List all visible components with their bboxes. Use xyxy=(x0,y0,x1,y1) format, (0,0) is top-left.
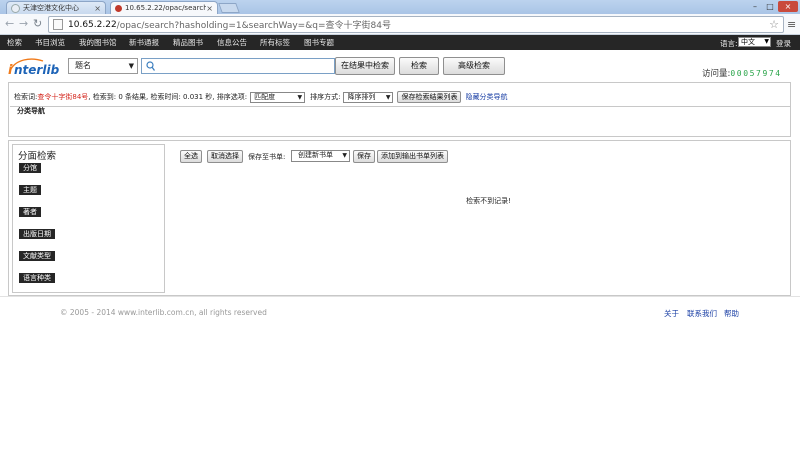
footer-link-contact[interactable]: 联系我们 xyxy=(687,308,717,319)
browser-tab-active[interactable]: 10.65.2.22/opac/search × xyxy=(110,1,218,14)
search-icon xyxy=(146,61,155,71)
reload-icon[interactable]: ↻ xyxy=(33,18,42,30)
nav-search[interactable]: 检索 xyxy=(7,38,22,47)
facet-pub-date[interactable]: 出版日期 xyxy=(19,229,55,239)
booklist-select[interactable]: 创建新书单 ▼ xyxy=(291,150,350,162)
found-text: , 检索到: 0 条结果, 检索时间: 0.031 秒, 排序选项: xyxy=(88,93,248,101)
footer-divider xyxy=(0,296,800,297)
facet-language[interactable]: 语言种类 xyxy=(19,273,55,283)
nav-topics[interactable]: 图书专题 xyxy=(304,38,334,47)
chevron-down-icon: ▼ xyxy=(385,93,391,101)
visits-count: 00057974 xyxy=(730,69,782,78)
search-button[interactable]: 检索 xyxy=(399,57,439,75)
page-icon xyxy=(11,3,20,13)
page-icon xyxy=(53,19,63,30)
sort-option-value: 匹配度 xyxy=(254,92,276,101)
search-field-value: 题名 xyxy=(75,61,91,70)
search-input[interactable] xyxy=(141,58,335,74)
visits-label: 访问量: xyxy=(702,69,731,79)
visit-counter: 访问量:00057974 xyxy=(702,67,782,79)
sort-option-select[interactable]: 匹配度 ▼ xyxy=(250,91,306,103)
sort-mode-value: 降序排列 xyxy=(347,92,376,101)
login-link[interactable]: 登录 xyxy=(776,38,791,49)
new-tab-button[interactable] xyxy=(218,3,240,13)
browser-tab-inactive[interactable]: 天津空港文化中心 × xyxy=(6,1,106,14)
language-value: 中文 xyxy=(741,38,755,46)
close-icon[interactable]: × xyxy=(206,4,213,13)
term-value: 查令十字街84号 xyxy=(37,93,89,101)
facet-branch[interactable]: 分馆 xyxy=(19,163,41,173)
hide-category-nav-link[interactable]: 隐藏分类导航 xyxy=(465,92,507,102)
language-select[interactable]: 中文 ▼ xyxy=(738,37,771,47)
sort-mode-label: 排序方式: xyxy=(310,93,341,101)
no-results-message: 检索不到记录! xyxy=(466,197,511,205)
add-to-output-list-button[interactable]: 添加到输出书单列表 xyxy=(377,150,448,163)
facet-subject[interactable]: 主题 xyxy=(19,185,41,195)
chevron-down-icon: ▼ xyxy=(297,93,303,101)
site-navbar xyxy=(0,35,800,50)
nav-my-library[interactable]: 我的图书馆 xyxy=(79,38,117,47)
search-in-results-button[interactable]: 在结果中检索 xyxy=(335,57,395,75)
forward-icon[interactable]: → xyxy=(19,18,28,30)
booklist-value: 创建新书单 xyxy=(298,151,333,159)
minimize-icon[interactable]: – xyxy=(748,1,762,12)
close-icon[interactable]: × xyxy=(94,4,101,13)
tab-label: 天津空港文化中心 xyxy=(23,4,79,12)
browser-menu-icon[interactable]: ≡ xyxy=(787,18,797,31)
footer-link-help[interactable]: 帮助 xyxy=(724,308,739,319)
back-icon[interactable]: ← xyxy=(5,18,14,30)
svg-text:i: i xyxy=(8,63,13,78)
language-label: 语言: xyxy=(720,39,738,48)
site-favicon-icon xyxy=(115,4,122,12)
footer-link-about[interactable]: 关于 xyxy=(664,308,679,319)
facet-title: 分面检索 xyxy=(18,151,57,162)
address-bar[interactable]: 10.65.2.22 /opac/search?hasholding=1&sea… xyxy=(48,16,784,33)
search-summary: 检索词: 查令十字街84号 , 检索到: 0 条结果, 检索时间: 0.031 … xyxy=(14,91,507,103)
svg-text:nterlib: nterlib xyxy=(14,63,60,77)
close-window-icon[interactable]: × xyxy=(778,1,798,12)
chevron-down-icon: ▼ xyxy=(764,38,769,45)
nav-new-books[interactable]: 新书通报 xyxy=(129,38,159,47)
nav-all-tags[interactable]: 所有标签 xyxy=(260,38,290,47)
select-all-button[interactable]: 全选 xyxy=(180,150,202,163)
nav-featured-books[interactable]: 精品图书 xyxy=(173,38,203,47)
copyright-text: © 2005 - 2014 www.interlib.com.cn, all r… xyxy=(60,308,267,317)
chevron-down-icon: ▼ xyxy=(342,152,347,159)
category-nav-box xyxy=(10,106,790,135)
save-results-button[interactable]: 保存检索结果列表 xyxy=(397,91,462,103)
deselect-button[interactable]: 取消选择 xyxy=(207,150,243,163)
chevron-down-icon: ▼ xyxy=(128,62,134,70)
bookmark-star-icon[interactable]: ☆ xyxy=(769,18,779,31)
facet-doc-type[interactable]: 文献类型 xyxy=(19,251,55,261)
nav-browse[interactable]: 书目浏览 xyxy=(35,38,65,47)
search-field-select[interactable]: 题名 ▼ xyxy=(68,58,138,74)
save-booklist-button[interactable]: 保存 xyxy=(353,150,375,163)
url-path: /opac/search?hasholding=1&searchWay=&q=查… xyxy=(116,21,391,31)
maximize-icon[interactable]: □ xyxy=(763,1,777,12)
facet-author[interactable]: 著者 xyxy=(19,207,41,217)
term-label: 检索词: xyxy=(14,93,38,101)
interlib-logo: i nterlib xyxy=(8,58,60,78)
url-host: 10.65.2.22 xyxy=(68,19,117,30)
advanced-search-button[interactable]: 高级检索 xyxy=(443,57,505,75)
tab-label: 10.65.2.22/opac/search xyxy=(125,4,207,12)
nav-announcements[interactable]: 信息公告 xyxy=(217,38,247,47)
save-to-booklist-label: 保存至书单: xyxy=(248,153,286,161)
sort-mode-select[interactable]: 降序排列 ▼ xyxy=(343,91,394,103)
category-nav-title: 分类导航 xyxy=(17,107,45,115)
